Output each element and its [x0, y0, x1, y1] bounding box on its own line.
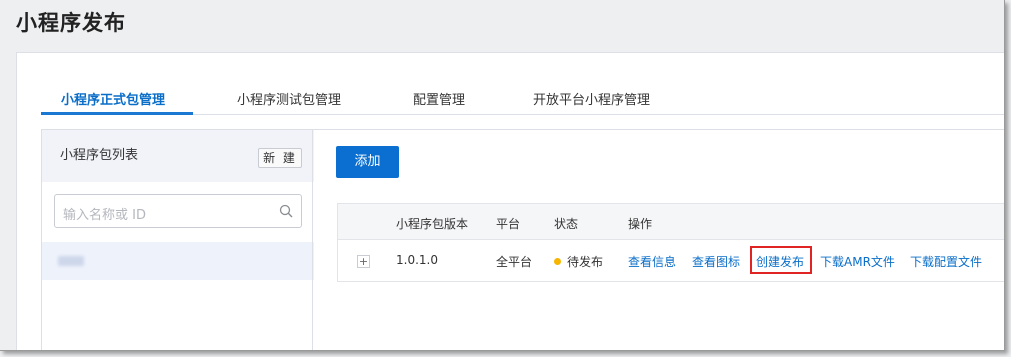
app-window: 小程序发布 小程序正式包管理 小程序测试包管理 配置管理 开放平台小程序管理 小… [0, 0, 1005, 351]
tab-label: 小程序测试包管理 [237, 93, 342, 108]
package-search-input[interactable]: 输入名称或 ID [54, 194, 302, 228]
expand-row-button[interactable]: + [357, 255, 370, 268]
search-placeholder: 输入名称或 ID [63, 208, 146, 223]
tab-label: 小程序正式包管理 [61, 93, 166, 108]
package-list-item[interactable] [42, 242, 314, 280]
download-amr-link[interactable]: 下载AMR文件 [820, 253, 895, 270]
tab-config[interactable]: 配置管理 [413, 89, 465, 115]
platform-cell: 全平台 [496, 255, 533, 269]
package-version-table: 小程序包版本 平台 状态 操作 + 1.0.1.0 全平台 待发布 查看信息 查… [337, 203, 1004, 282]
version-cell: 1.0.1.0 [396, 253, 438, 267]
package-list-header: 小程序包列表 新 建 [42, 130, 314, 182]
tab-label: 配置管理 [413, 93, 466, 108]
tab-bar: 小程序正式包管理 小程序测试包管理 配置管理 开放平台小程序管理 [41, 85, 1004, 115]
status-text: 待发布 [567, 255, 604, 269]
panel-divider [312, 129, 313, 350]
column-header-actions: 操作 [628, 217, 653, 231]
tab-open-platform[interactable]: 开放平台小程序管理 [533, 89, 650, 115]
search-icon[interactable] [279, 204, 293, 218]
column-header-status: 状态 [554, 217, 579, 231]
active-tab-indicator [41, 112, 193, 115]
table-row: + 1.0.1.0 全平台 待发布 查看信息 查看图标 创建发布 下载AMR文件… [338, 240, 1004, 282]
new-package-button[interactable]: 新 建 [258, 148, 302, 168]
content-card: 小程序正式包管理 小程序测试包管理 配置管理 开放平台小程序管理 小程序包列表 … [16, 52, 1004, 350]
status-dot-icon [554, 258, 561, 265]
package-list-panel: 小程序包列表 新 建 输入名称或 ID [41, 129, 314, 350]
package-list-title: 小程序包列表 [60, 148, 139, 163]
table-header: 小程序包版本 平台 状态 操作 [338, 204, 1004, 240]
tab-label: 开放平台小程序管理 [533, 93, 651, 108]
page-title: 小程序发布 [16, 11, 126, 35]
view-icon-link[interactable]: 查看图标 [692, 253, 740, 270]
download-config-link[interactable]: 下载配置文件 [910, 253, 982, 270]
add-button[interactable]: 添加 [336, 146, 399, 178]
status-cell: 待发布 [554, 253, 603, 270]
column-header-platform: 平台 [496, 217, 521, 231]
view-info-link[interactable]: 查看信息 [628, 253, 676, 270]
right-panel-border [313, 129, 1004, 130]
column-header-version: 小程序包版本 [396, 217, 469, 231]
create-release-link[interactable]: 创建发布 [756, 253, 804, 270]
tab-test-package[interactable]: 小程序测试包管理 [237, 89, 341, 115]
redacted-package-name [58, 256, 84, 266]
